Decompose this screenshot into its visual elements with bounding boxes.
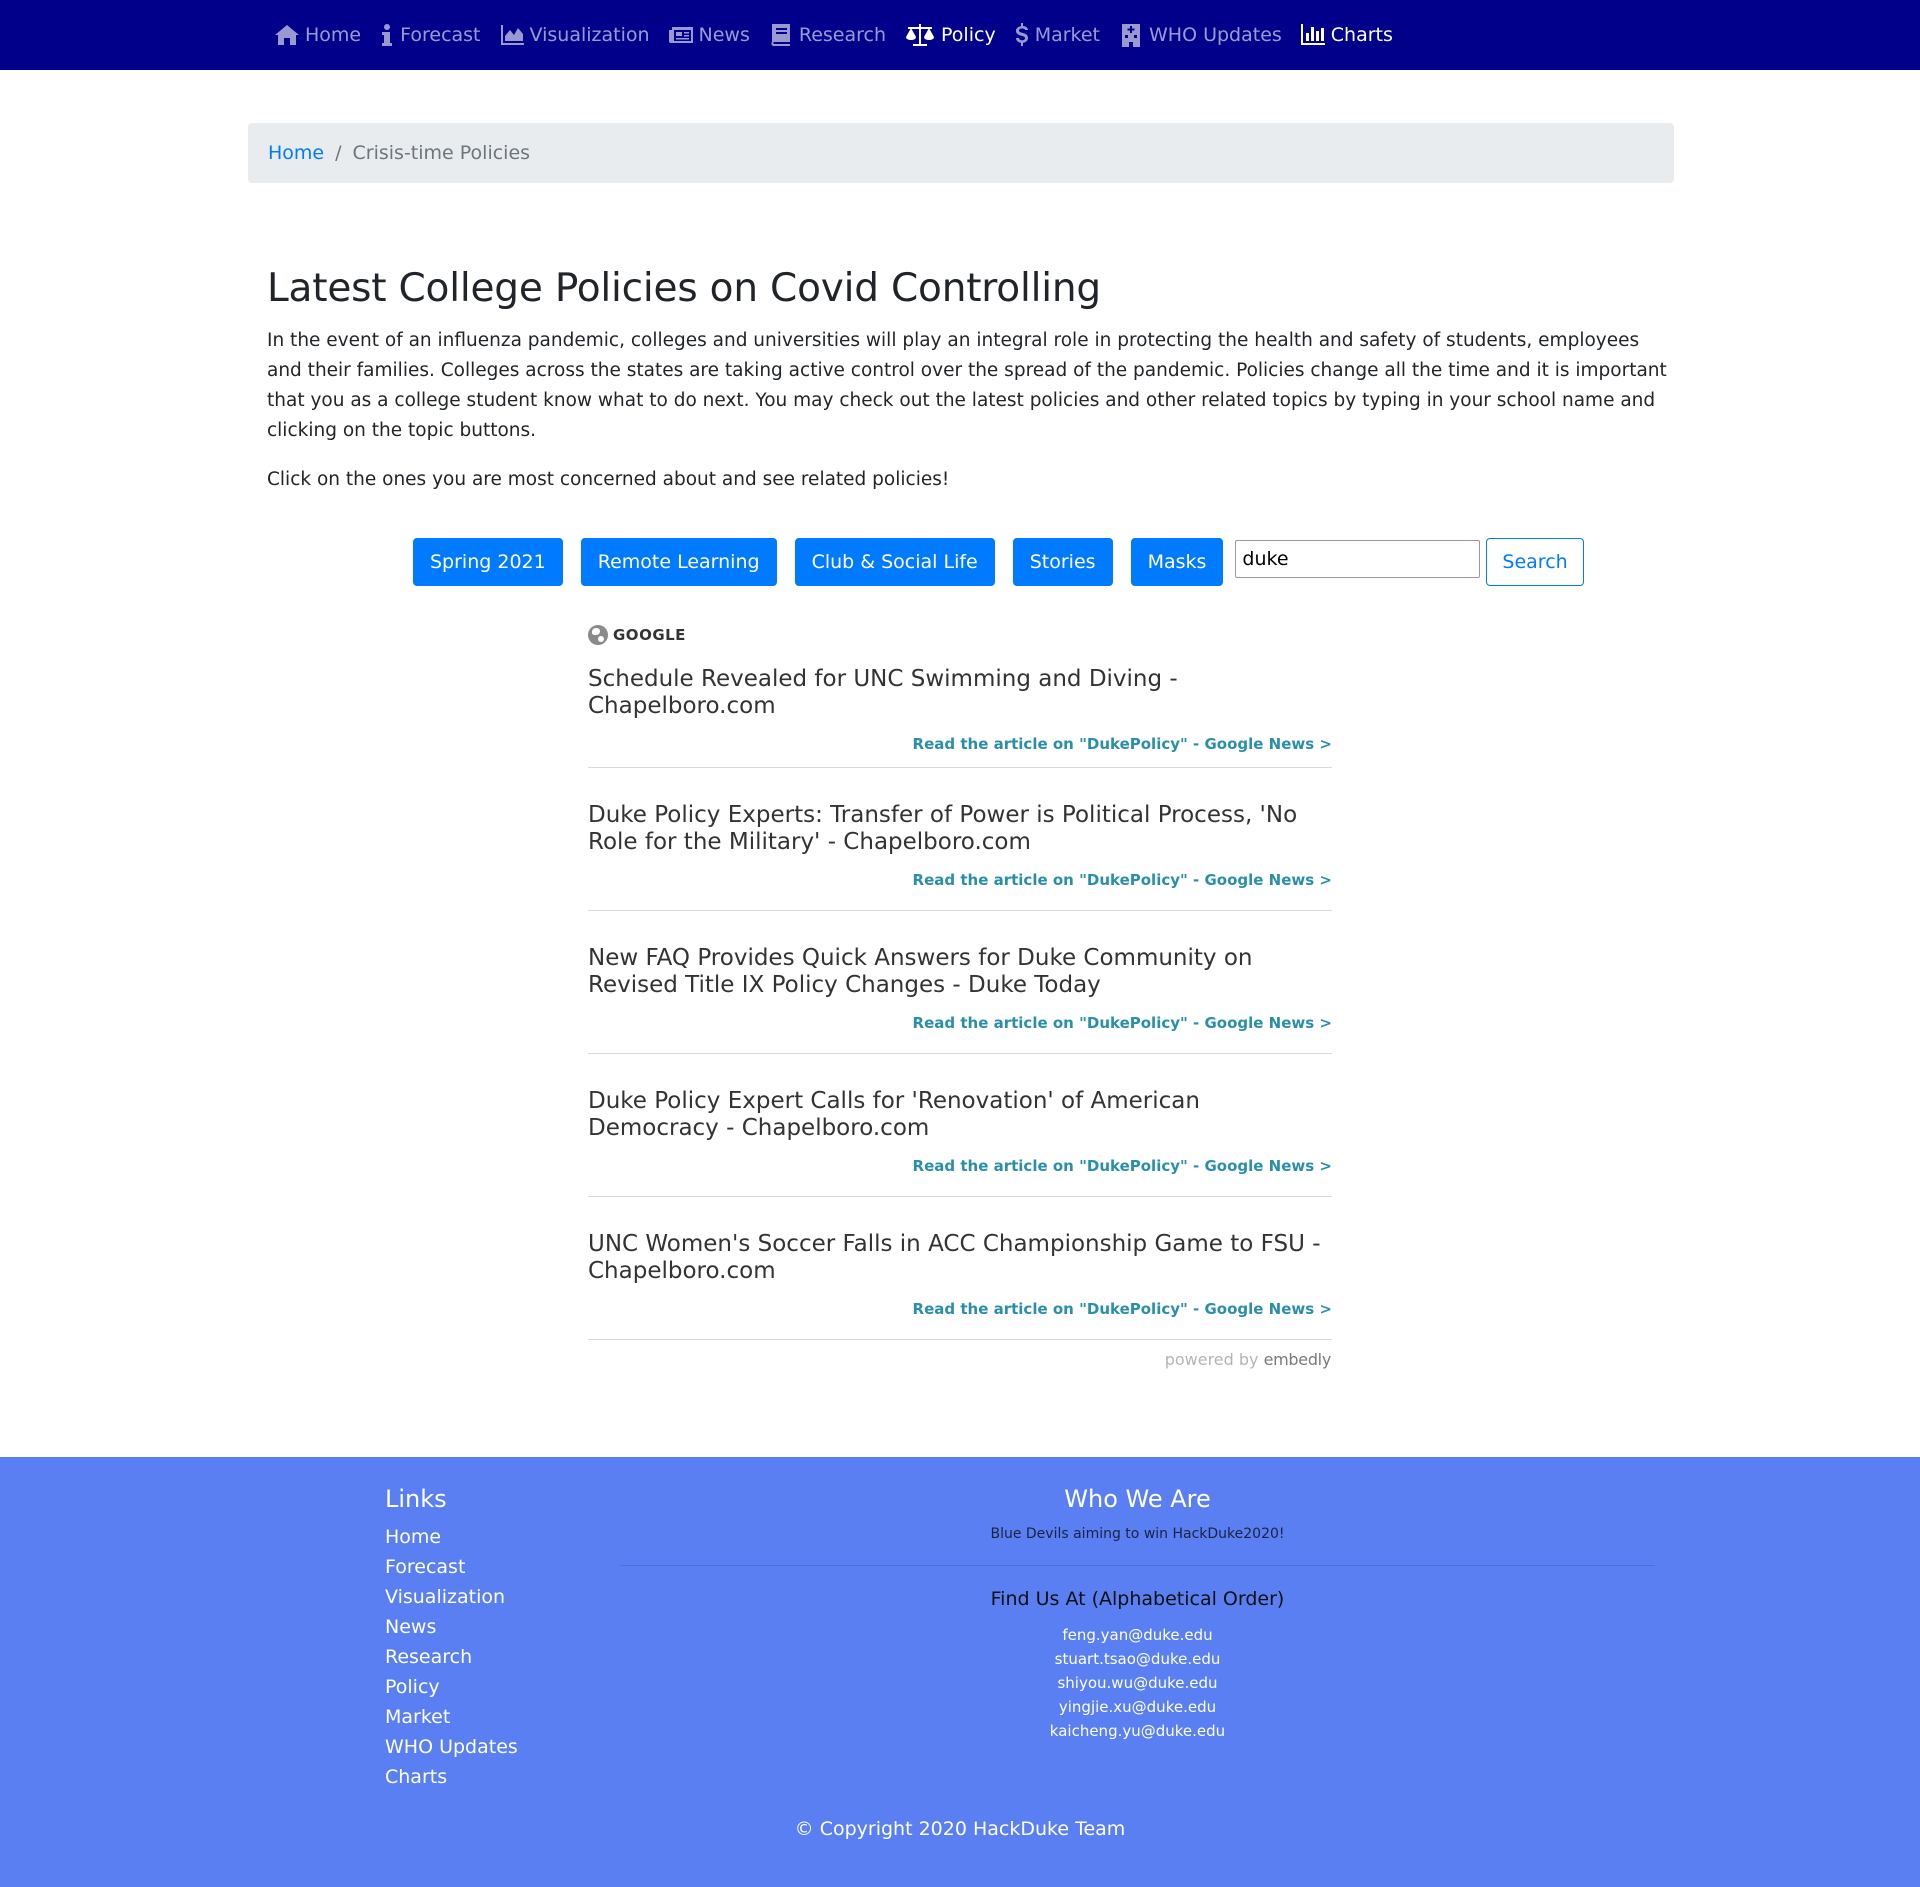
- page-title: Latest College Policies on Covid Control…: [267, 266, 1101, 311]
- contact-email[interactable]: stuart.tsao@duke.edu: [620, 1647, 1655, 1671]
- contact-email[interactable]: shiyou.wu@duke.edu: [620, 1671, 1655, 1695]
- find-us-title: Find Us At (Alphabetical Order): [990, 1588, 1285, 1610]
- topic-button-club-social-life[interactable]: Club & Social Life: [794, 538, 995, 586]
- globe-icon: [588, 625, 608, 645]
- contact-email[interactable]: kaicheng.yu@duke.edu: [620, 1719, 1655, 1743]
- copyright: © Copyright 2020 HackDuke Team: [794, 1818, 1126, 1840]
- nav-label-market: Market: [1034, 24, 1100, 46]
- topic-buttons: Spring 2021 Remote Learning Club & Socia…: [413, 538, 1584, 586]
- who-we-are-title: Who We Are: [1064, 1485, 1211, 1513]
- embedly-logo: embedly: [1263, 1350, 1332, 1369]
- feed-article: Duke Policy Experts: Transfer of Power i…: [588, 768, 1332, 911]
- nav-item-market[interactable]: Market: [1014, 22, 1100, 48]
- nav-label-policy: Policy: [941, 24, 996, 46]
- nav-item-news[interactable]: News: [668, 22, 750, 48]
- contact-emails: feng.yan@duke.edu stuart.tsao@duke.edu s…: [620, 1623, 1655, 1743]
- nav-label-forecast: Forecast: [400, 24, 481, 46]
- topic-button-masks[interactable]: Masks: [1130, 538, 1224, 586]
- breadcrumb-current: Crisis-time Policies: [352, 142, 531, 164]
- article-title[interactable]: Duke Policy Expert Calls for 'Renovation…: [588, 1088, 1332, 1142]
- feed-article: Duke Policy Expert Calls for 'Renovation…: [588, 1054, 1332, 1197]
- topic-button-stories[interactable]: Stories: [1012, 538, 1113, 586]
- news-feed-card: GOOGLE Schedule Revealed for UNC Swimmin…: [588, 620, 1332, 1340]
- article-title[interactable]: Duke Policy Experts: Transfer of Power i…: [588, 802, 1332, 856]
- nav-item-forecast[interactable]: Forecast: [379, 22, 481, 48]
- nav-label-news: News: [698, 24, 750, 46]
- article-read-link[interactable]: Read the article on "DukePolicy" - Googl…: [588, 871, 1332, 897]
- feed-article: New FAQ Provides Quick Answers for Duke …: [588, 911, 1332, 1054]
- school-search-input[interactable]: [1235, 540, 1481, 578]
- footer-link-charts[interactable]: Charts: [385, 1762, 518, 1792]
- powered-by-embedly[interactable]: powered by embedly: [588, 1350, 1332, 1369]
- nav-item-policy[interactable]: Policy: [904, 22, 996, 48]
- footer-link-research[interactable]: Research: [385, 1642, 518, 1672]
- article-title[interactable]: UNC Women's Soccer Falls in ACC Champion…: [588, 1231, 1332, 1285]
- article-read-link[interactable]: Read the article on "DukePolicy" - Googl…: [588, 1014, 1332, 1040]
- feed-article: Schedule Revealed for UNC Swimming and D…: [588, 650, 1332, 768]
- hospital-icon: [1122, 24, 1140, 47]
- who-we-are-subtitle: Blue Devils aiming to win HackDuke2020!: [990, 1526, 1285, 1542]
- article-read-link[interactable]: Read the article on "DukePolicy" - Googl…: [588, 735, 1332, 761]
- article-read-link[interactable]: Read the article on "DukePolicy" - Googl…: [588, 1157, 1332, 1183]
- nav-item-who-updates[interactable]: WHO Updates: [1118, 22, 1282, 48]
- footer-link-news[interactable]: News: [385, 1612, 518, 1642]
- book-icon: [771, 24, 790, 46]
- nav-item-home[interactable]: Home: [274, 22, 361, 48]
- topic-button-remote-learning[interactable]: Remote Learning: [580, 538, 777, 586]
- breadcrumb: Home / Crisis-time Policies: [248, 123, 1674, 183]
- footer-link-policy[interactable]: Policy: [385, 1672, 518, 1702]
- feed-source: GOOGLE: [588, 620, 1332, 650]
- nav-label-research: Research: [798, 24, 887, 46]
- footer-links-title: Links: [385, 1485, 447, 1513]
- topic-button-spring-2021[interactable]: Spring 2021: [413, 538, 563, 586]
- dollar-icon: [1015, 23, 1028, 46]
- nav-label-who-updates: WHO Updates: [1149, 24, 1282, 46]
- top-navbar: Home Forecast Visualization News Researc…: [0, 0, 1920, 70]
- article-read-link[interactable]: Read the article on "DukePolicy" - Googl…: [588, 1300, 1332, 1326]
- home-icon: [275, 25, 299, 45]
- nav-list: Home Forecast Visualization News Researc…: [274, 0, 1411, 70]
- article-title[interactable]: Schedule Revealed for UNC Swimming and D…: [588, 666, 1332, 720]
- footer-link-forecast[interactable]: Forecast: [385, 1552, 518, 1582]
- newspaper-icon: [668, 27, 693, 43]
- balance-scale-icon: [906, 24, 935, 46]
- nav-item-charts[interactable]: Charts: [1300, 22, 1393, 48]
- breadcrumb-home-link[interactable]: Home: [268, 142, 324, 164]
- contact-email[interactable]: yingjie.xu@duke.edu: [620, 1695, 1655, 1719]
- nav-label-visualization: Visualization: [529, 24, 650, 46]
- footer-link-market[interactable]: Market: [385, 1702, 518, 1732]
- search-button[interactable]: Search: [1486, 538, 1584, 586]
- footer-link-who-updates[interactable]: WHO Updates: [385, 1732, 518, 1762]
- intro-paragraph: In the event of an influenza pandemic, c…: [267, 330, 1667, 441]
- feed-source-label: GOOGLE: [613, 626, 686, 644]
- article-title[interactable]: New FAQ Provides Quick Answers for Duke …: [588, 945, 1332, 999]
- bar-chart-icon: [1300, 24, 1325, 45]
- instruction-text: Click on the ones you are most concerned…: [267, 469, 950, 490]
- footer-divider: [620, 1565, 1655, 1566]
- footer-link-home[interactable]: Home: [385, 1522, 518, 1552]
- nav-item-visualization[interactable]: Visualization: [499, 22, 650, 48]
- contact-email[interactable]: feng.yan@duke.edu: [620, 1623, 1655, 1647]
- area-chart-icon: [500, 25, 524, 45]
- nav-item-research[interactable]: Research: [768, 22, 886, 48]
- nav-label-charts: Charts: [1330, 24, 1393, 46]
- footer-links: Home Forecast Visualization News Researc…: [385, 1522, 518, 1792]
- nav-label-home: Home: [305, 24, 362, 46]
- feed-article: UNC Women's Soccer Falls in ACC Champion…: [588, 1197, 1332, 1340]
- info-icon: [382, 24, 393, 46]
- powered-by-prefix: powered by: [1164, 1350, 1259, 1369]
- breadcrumb-separator: /: [335, 142, 342, 164]
- footer-link-visualization[interactable]: Visualization: [385, 1582, 518, 1612]
